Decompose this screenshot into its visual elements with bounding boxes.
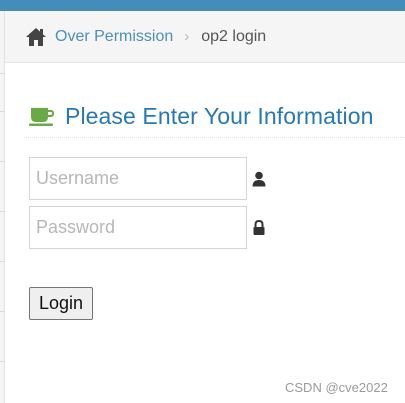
password-input[interactable]: [29, 206, 247, 249]
breadcrumb: Over Permission › op2 login: [5, 11, 405, 63]
user-icon: [252, 171, 266, 187]
top-accent-bar: [0, 0, 405, 11]
page-title: Please Enter Your Information: [65, 102, 374, 129]
username-row: [29, 157, 266, 200]
coffee-cup-icon: [29, 105, 57, 127]
username-input[interactable]: [29, 157, 247, 200]
sidebar-edge: [0, 11, 5, 403]
breadcrumb-link-over-permission[interactable]: Over Permission: [55, 28, 173, 46]
home-icon[interactable]: [25, 27, 47, 47]
page-header: Please Enter Your Information: [24, 95, 405, 138]
password-row: [29, 206, 266, 249]
breadcrumb-current: op2 login: [201, 27, 267, 45]
lock-icon: [252, 219, 266, 236]
watermark-text: CSDN @cve2022: [285, 380, 388, 395]
login-button[interactable]: Login: [29, 287, 93, 320]
breadcrumb-separator-icon: ›: [184, 28, 190, 45]
